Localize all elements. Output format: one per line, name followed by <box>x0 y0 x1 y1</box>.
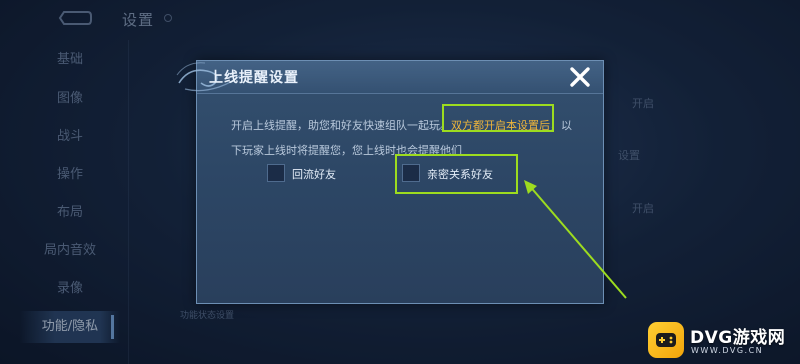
watermark-url: WWW.DVG.CN <box>691 346 764 355</box>
close-icon[interactable] <box>567 64 593 90</box>
watermark-title: DVG游戏网 <box>690 328 786 348</box>
dialog-title: 上线提醒设置 <box>209 70 299 86</box>
gamepad-logo-icon <box>648 322 684 358</box>
watermark: DVG游戏网 WWW.DVG.CN <box>648 320 798 362</box>
returning-friends-option[interactable]: 回流好友 <box>267 164 347 186</box>
returning-friends-checkbox[interactable] <box>267 164 285 182</box>
option-annotation-box <box>395 154 518 194</box>
dialog-header: 上线提醒设置 <box>176 61 603 94</box>
description-prefix: 开启上线提醒，助您和好友快速组队一起玩。 <box>231 119 451 132</box>
highlight-annotation-box <box>442 104 554 132</box>
returning-friends-label: 回流好友 <box>292 168 336 181</box>
